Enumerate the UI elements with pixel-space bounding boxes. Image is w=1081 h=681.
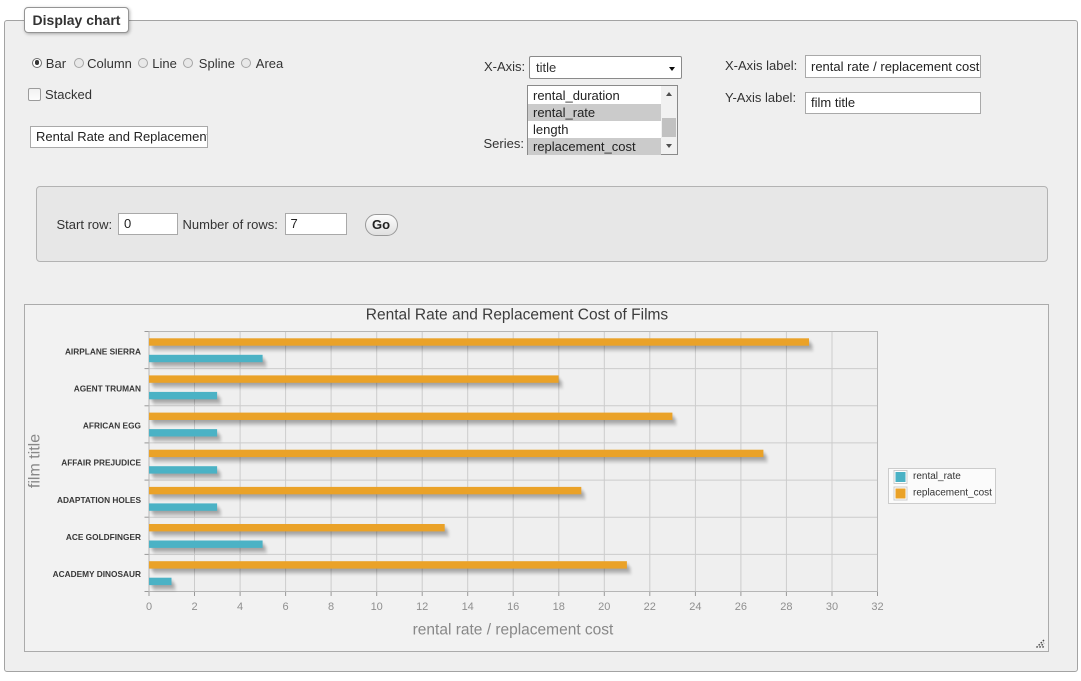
svg-text:22: 22 [644, 601, 656, 613]
svg-text:6: 6 [283, 601, 289, 613]
svg-text:AFRICAN EGG: AFRICAN EGG [83, 421, 141, 431]
svg-text:26: 26 [735, 601, 747, 613]
svg-text:AIRPLANE SIERRA: AIRPLANE SIERRA [65, 346, 141, 356]
svg-text:2: 2 [191, 601, 197, 613]
svg-text:film title: film title [26, 434, 43, 488]
svg-text:28: 28 [780, 601, 792, 613]
svg-text:0: 0 [146, 601, 152, 613]
svg-text:ACE GOLDFINGER: ACE GOLDFINGER [66, 532, 141, 542]
svg-text:ACADEMY DINOSAUR: ACADEMY DINOSAUR [53, 569, 141, 579]
svg-text:24: 24 [689, 601, 701, 613]
svg-text:12: 12 [416, 601, 428, 613]
svg-text:10: 10 [371, 601, 383, 613]
svg-text:8: 8 [328, 601, 334, 613]
svg-text:16: 16 [507, 601, 519, 613]
svg-text:ADAPTATION HOLES: ADAPTATION HOLES [57, 495, 142, 505]
svg-text:14: 14 [462, 601, 474, 613]
svg-text:AFFAIR PREJUDICE: AFFAIR PREJUDICE [61, 458, 141, 468]
svg-text:30: 30 [826, 601, 838, 613]
svg-text:4: 4 [237, 601, 243, 613]
svg-text:Rental Rate and Replacement Co: Rental Rate and Replacement Cost of Film… [366, 307, 669, 324]
svg-text:18: 18 [553, 601, 565, 613]
svg-text:32: 32 [871, 601, 883, 613]
svg-text:rental rate / replacement cost: rental rate / replacement cost [413, 622, 614, 639]
svg-text:replacement_cost: replacement_cost [913, 488, 992, 499]
svg-text:rental_rate: rental_rate [913, 471, 961, 482]
svg-text:20: 20 [598, 601, 610, 613]
svg-text:AGENT TRUMAN: AGENT TRUMAN [74, 383, 141, 393]
